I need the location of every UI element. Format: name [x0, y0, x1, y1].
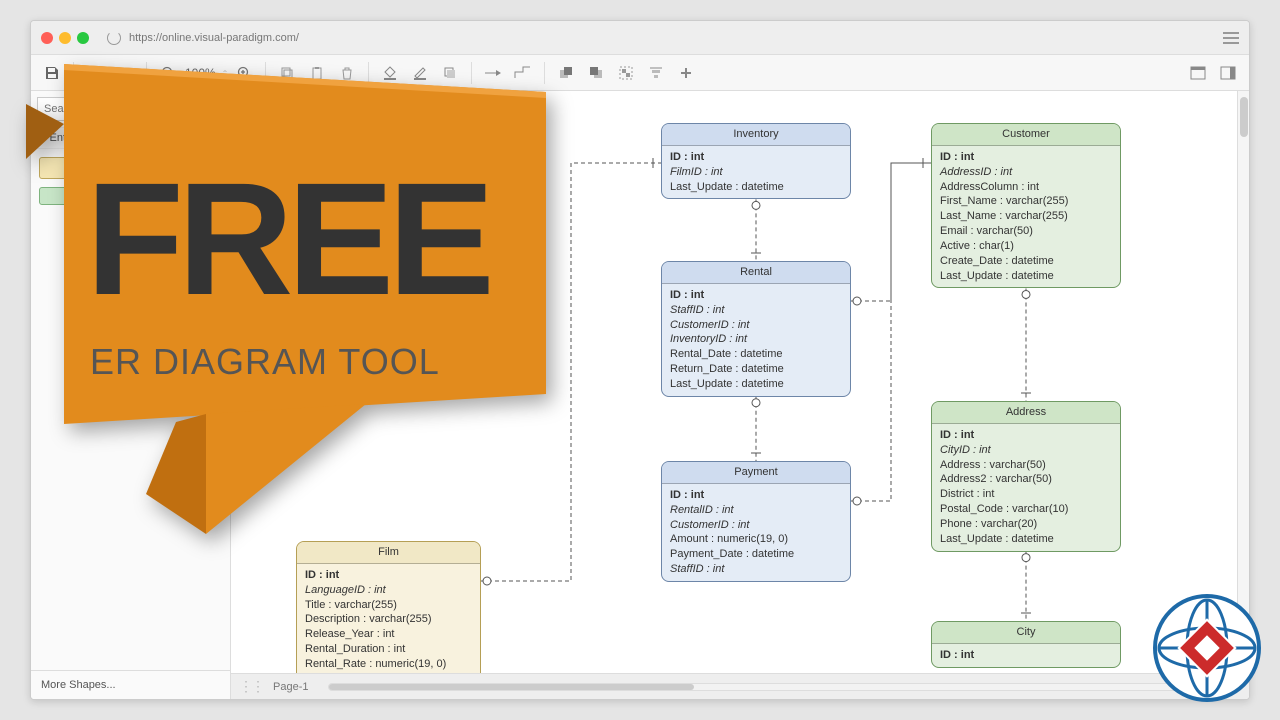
- entity-attribute: ID : int: [940, 150, 1112, 165]
- entity-body: ID : intFilmID : intLast_Update : dateti…: [662, 146, 850, 199]
- entity-attribute: ID : int: [670, 150, 842, 165]
- entity-city[interactable]: City ID : int: [931, 621, 1121, 668]
- entity-attribute: Email : varchar(50): [940, 224, 1112, 239]
- entity-attribute: CustomerID : int: [670, 318, 842, 333]
- entity-attribute: StaffID : int: [670, 303, 842, 318]
- entity-attribute: InventoryID : int: [670, 332, 842, 347]
- svg-text:FREE: FREE: [86, 149, 489, 328]
- close-window-icon[interactable]: [41, 32, 53, 44]
- entity-attribute: Active : char(1): [940, 239, 1112, 254]
- entity-inventory[interactable]: InventoryID : intFilmID : intLast_Update…: [661, 123, 851, 199]
- entity-attribute: Amount : numeric(19, 0): [670, 532, 842, 547]
- vertical-scrollbar[interactable]: [1237, 91, 1249, 673]
- drag-handle-icon[interactable]: ⋮⋮: [239, 678, 263, 695]
- entity-attribute: First_Name : varchar(255): [940, 194, 1112, 209]
- entity-attribute: Phone : varchar(20): [940, 517, 1112, 532]
- entity-title: Rental: [662, 262, 850, 284]
- entity-attribute: AddressColumn : int: [940, 180, 1112, 195]
- entity-attribute: RentalID : int: [670, 503, 842, 518]
- entity-attribute: CityID : int: [940, 443, 1112, 458]
- entity-attribute: ID : int: [670, 488, 842, 503]
- entity-attribute: CustomerID : int: [670, 518, 842, 533]
- align-icon[interactable]: [643, 60, 669, 86]
- footer: ⋮⋮ Page-1: [231, 673, 1249, 699]
- entity-body: ID : int: [932, 644, 1120, 667]
- entity-attribute: Last_Update : datetime: [940, 269, 1112, 284]
- entity-attribute: Payment_Date : datetime: [670, 547, 842, 562]
- entity-title: Payment: [662, 462, 850, 484]
- entity-body: ID : intAddressID : intAddressColumn : i…: [932, 146, 1120, 288]
- maximize-window-icon[interactable]: [77, 32, 89, 44]
- entity-attribute: Rental_Date : datetime: [670, 347, 842, 362]
- entity-attribute: Length : int: [305, 672, 472, 673]
- entity-title: Customer: [932, 124, 1120, 146]
- entity-attribute: AddressID : int: [940, 165, 1112, 180]
- entity-body: ID : intCityID : intAddress : varchar(50…: [932, 424, 1120, 551]
- entity-body: ID : intRentalID : intCustomerID : intAm…: [662, 484, 850, 581]
- more-shapes-button[interactable]: More Shapes...: [31, 670, 230, 699]
- entity-address[interactable]: AddressID : intCityID : intAddress : var…: [931, 401, 1121, 552]
- page-tab[interactable]: Page-1: [273, 681, 308, 693]
- banner-subtitle: ER DIAGRAM TOOL: [90, 341, 440, 382]
- entity-attribute: Description : varchar(255): [305, 612, 472, 627]
- entity-attribute: Title : varchar(255): [305, 598, 472, 613]
- group-icon[interactable]: [613, 60, 639, 86]
- minimize-window-icon[interactable]: [59, 32, 71, 44]
- format-panel-icon[interactable]: [1185, 60, 1211, 86]
- entity-attribute: LanguageID : int: [305, 583, 472, 598]
- entity-attribute: Last_Name : varchar(255): [940, 209, 1112, 224]
- entity-attribute: Address : varchar(50): [940, 458, 1112, 473]
- entity-attribute: StaffID : int: [670, 562, 842, 577]
- entity-body: ID : intStaffID : intCustomerID : intInv…: [662, 284, 850, 396]
- entity-attribute: Rental_Rate : numeric(19, 0): [305, 657, 472, 672]
- entity-rental[interactable]: RentalID : intStaffID : intCustomerID : …: [661, 261, 851, 397]
- outline-panel-icon[interactable]: [1215, 60, 1241, 86]
- hamburger-menu-icon[interactable]: [1223, 32, 1239, 44]
- horizontal-scrollbar[interactable]: [328, 683, 1241, 691]
- url-text: https://online.visual-paradigm.com/: [129, 32, 1215, 44]
- entity-attribute: ID : int: [670, 288, 842, 303]
- promo-banner: FREE ER DIAGRAM TOOL: [26, 64, 566, 567]
- add-icon[interactable]: [673, 60, 699, 86]
- entity-title: City: [932, 622, 1120, 644]
- entity-payment[interactable]: PaymentID : intRentalID : intCustomerID …: [661, 461, 851, 582]
- address-bar: https://online.visual-paradigm.com/: [31, 21, 1249, 55]
- entity-body: ID : intLanguageID : intTitle : varchar(…: [297, 564, 480, 673]
- entity-attribute: FilmID : int: [670, 165, 842, 180]
- to-back-icon[interactable]: [583, 60, 609, 86]
- entity-attribute: Last_Update : datetime: [940, 532, 1112, 547]
- visual-paradigm-logo-icon: [1152, 593, 1262, 706]
- refresh-icon[interactable]: [107, 31, 121, 45]
- entity-attribute: Postal_Code : varchar(10): [940, 502, 1112, 517]
- entity-attribute: ID : int: [940, 428, 1112, 443]
- entity-title: Address: [932, 402, 1120, 424]
- entity-attribute: District : int: [940, 487, 1112, 502]
- entity-attribute: Return_Date : datetime: [670, 362, 842, 377]
- entity-attribute: Address2 : varchar(50): [940, 472, 1112, 487]
- window-controls: [41, 32, 89, 44]
- entity-attribute: Last_Update : datetime: [670, 377, 842, 392]
- entity-attribute: Release_Year : int: [305, 627, 472, 642]
- entity-attribute: Last_Update : datetime: [670, 180, 842, 195]
- entity-attribute: Create_Date : datetime: [940, 254, 1112, 269]
- entity-attribute: ID : int: [305, 568, 472, 583]
- entity-title: Inventory: [662, 124, 850, 146]
- entity-customer[interactable]: CustomerID : intAddressID : intAddressCo…: [931, 123, 1121, 288]
- entity-attribute: ID : int: [940, 648, 1112, 663]
- entity-attribute: Rental_Duration : int: [305, 642, 472, 657]
